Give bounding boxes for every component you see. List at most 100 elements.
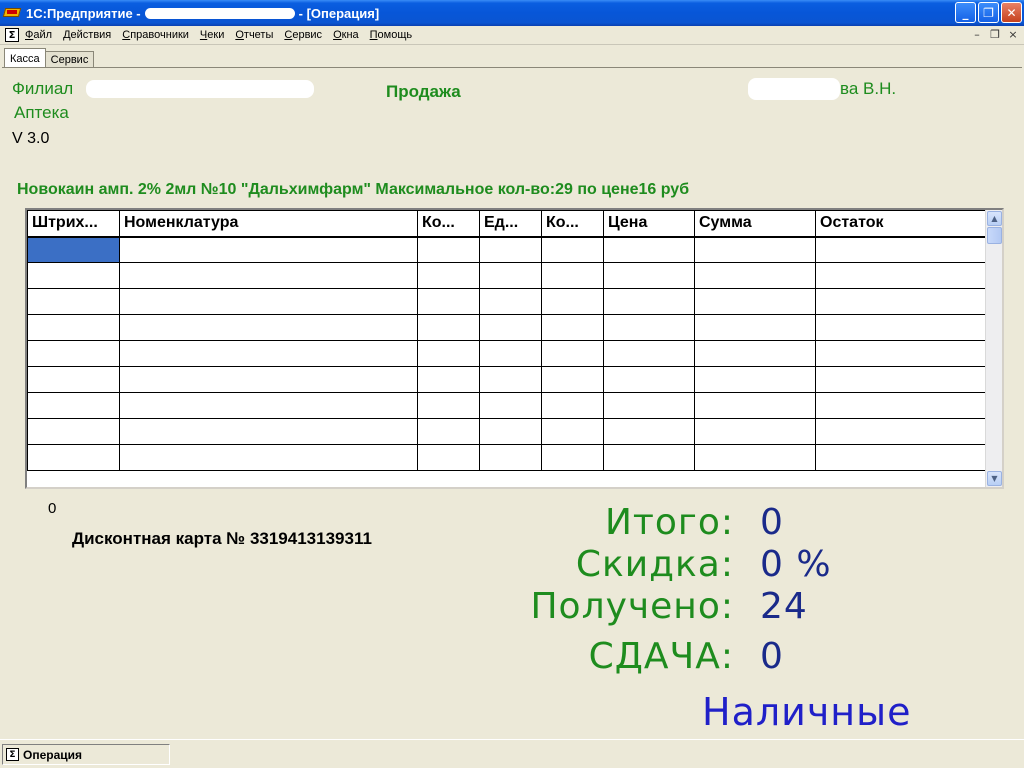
table-cell[interactable] xyxy=(694,340,816,367)
mdi-close-button[interactable]: × xyxy=(1006,27,1020,42)
table-cell[interactable] xyxy=(119,236,418,263)
table-cell[interactable] xyxy=(694,366,816,393)
table-cell[interactable] xyxy=(603,340,695,367)
menu-reports[interactable]: Отчеты xyxy=(235,29,273,41)
table-cell[interactable] xyxy=(417,444,480,471)
col-sum[interactable]: Сумма xyxy=(694,210,816,238)
table-cell[interactable] xyxy=(119,418,418,445)
table-cell[interactable] xyxy=(541,392,604,419)
tab-service[interactable]: Сервис xyxy=(44,51,95,68)
table-cell[interactable] xyxy=(694,288,816,315)
menu-help[interactable]: Помощь xyxy=(370,29,413,41)
table-cell[interactable] xyxy=(479,392,542,419)
menu-actions[interactable]: Действия xyxy=(63,29,111,41)
table-cell[interactable] xyxy=(541,418,604,445)
table-cell[interactable] xyxy=(417,340,480,367)
table-cell[interactable] xyxy=(417,314,480,341)
col-quantity[interactable]: Ко... xyxy=(417,210,480,238)
table-cell[interactable] xyxy=(815,392,986,419)
table-cell[interactable] xyxy=(541,314,604,341)
col-nomenclature[interactable]: Номенклатура xyxy=(119,210,418,238)
table-cell[interactable] xyxy=(27,418,120,445)
table-cell[interactable] xyxy=(27,392,120,419)
table-cell[interactable] xyxy=(541,236,604,263)
scroll-thumb[interactable] xyxy=(987,227,1002,244)
table-cell[interactable] xyxy=(479,340,542,367)
table-cell[interactable] xyxy=(541,340,604,367)
window-maximize-button[interactable]: ❐ xyxy=(978,2,999,23)
table-cell[interactable] xyxy=(694,314,816,341)
table-row[interactable] xyxy=(27,288,986,315)
table-cell[interactable] xyxy=(694,392,816,419)
table-cell[interactable] xyxy=(27,340,120,367)
table-cell[interactable] xyxy=(417,262,480,289)
table-cell[interactable] xyxy=(417,418,480,445)
col-price[interactable]: Цена xyxy=(603,210,695,238)
menu-receipts[interactable]: Чеки xyxy=(200,29,224,41)
table-cell[interactable] xyxy=(694,262,816,289)
table-row[interactable] xyxy=(27,444,986,471)
table-cell[interactable] xyxy=(119,392,418,419)
table-cell[interactable] xyxy=(27,236,120,263)
table-cell[interactable] xyxy=(479,418,542,445)
table-cell[interactable] xyxy=(479,444,542,471)
table-cell[interactable] xyxy=(815,444,986,471)
table-cell[interactable] xyxy=(603,236,695,263)
table-cell[interactable] xyxy=(119,314,418,341)
table-cell[interactable] xyxy=(417,236,480,263)
system-menu-icon[interactable]: Σ xyxy=(5,28,19,42)
col-barcode[interactable]: Штрих... xyxy=(27,210,120,238)
table-cell[interactable] xyxy=(541,366,604,393)
table-cell[interactable] xyxy=(417,366,480,393)
table-row[interactable] xyxy=(27,392,986,419)
table-cell[interactable] xyxy=(603,262,695,289)
menu-windows[interactable]: Окна xyxy=(333,29,359,41)
table-row[interactable] xyxy=(27,340,986,367)
table-cell[interactable] xyxy=(479,262,542,289)
table-row[interactable] xyxy=(27,418,986,445)
table-cell[interactable] xyxy=(119,262,418,289)
scroll-up-icon[interactable]: ▲ xyxy=(987,211,1002,226)
scroll-down-icon[interactable]: ▼ xyxy=(987,471,1002,486)
table-cell[interactable] xyxy=(27,366,120,393)
col-unit[interactable]: Ед... xyxy=(479,210,542,238)
table-cell[interactable] xyxy=(603,366,695,393)
col-remainder[interactable]: Остаток xyxy=(815,210,986,238)
table-cell[interactable] xyxy=(119,340,418,367)
table-row[interactable] xyxy=(27,314,986,341)
taskbar-operation-item[interactable]: Σ Операция xyxy=(2,744,170,765)
window-close-button[interactable]: ✕ xyxy=(1001,2,1022,23)
table-cell[interactable] xyxy=(815,366,986,393)
table-cell[interactable] xyxy=(417,288,480,315)
table-cell[interactable] xyxy=(27,262,120,289)
mdi-restore-button[interactable]: ❐ xyxy=(988,27,1002,42)
table-row[interactable] xyxy=(27,262,986,289)
table-cell[interactable] xyxy=(541,288,604,315)
table-cell[interactable] xyxy=(479,314,542,341)
tab-cash[interactable]: Касса xyxy=(4,48,46,68)
table-cell[interactable] xyxy=(603,418,695,445)
menu-file[interactable]: Файл xyxy=(25,29,52,41)
table-cell[interactable] xyxy=(119,444,418,471)
menu-service[interactable]: Сервис xyxy=(284,29,322,41)
col-coefficient[interactable]: Ко... xyxy=(541,210,604,238)
table-cell[interactable] xyxy=(27,314,120,341)
sales-table[interactable]: Штрих... Номенклатура Ко... Ед... Ко... … xyxy=(25,208,1004,489)
table-cell[interactable] xyxy=(603,314,695,341)
table-cell[interactable] xyxy=(815,236,986,263)
menu-references[interactable]: Справочники xyxy=(122,29,189,41)
table-cell[interactable] xyxy=(541,262,604,289)
table-cell[interactable] xyxy=(479,288,542,315)
table-cell[interactable] xyxy=(815,340,986,367)
window-minimize-button[interactable]: _ xyxy=(955,2,976,23)
table-cell[interactable] xyxy=(541,444,604,471)
title-bar[interactable]: 1С:Предприятие - - [Операция] _ ❐ ✕ xyxy=(0,0,1024,26)
table-cell[interactable] xyxy=(417,392,480,419)
table-cell[interactable] xyxy=(694,444,816,471)
table-scrollbar[interactable]: ▲ ▼ xyxy=(985,210,1002,487)
table-cell[interactable] xyxy=(815,418,986,445)
table-row[interactable] xyxy=(27,366,986,393)
table-cell[interactable] xyxy=(479,236,542,263)
table-cell[interactable] xyxy=(694,418,816,445)
table-cell[interactable] xyxy=(27,288,120,315)
